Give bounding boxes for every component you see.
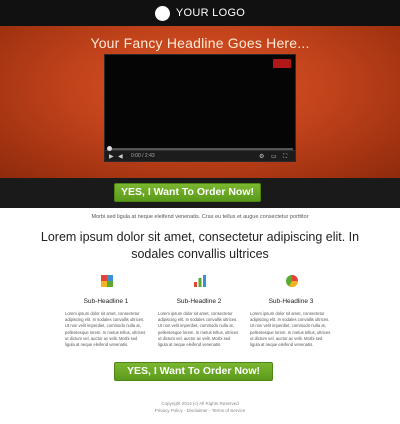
play-icon[interactable]: ▶ [109, 153, 114, 160]
video-progress-bar[interactable] [107, 146, 293, 151]
footer-copyright: Copyright 2014 (c) All Rights Reserved [161, 401, 239, 406]
feature-body: Lorem ipsum dolor sit amet, consectetur … [65, 311, 146, 348]
order-button-top[interactable]: YES, I Want To Order Now! [114, 183, 261, 202]
feature-body: Lorem ipsum dolor sit amet, consectetur … [158, 311, 239, 348]
progress-handle[interactable] [107, 146, 112, 151]
pie-chart-icon [286, 275, 298, 288]
video-controls: ▶ ◀ 0:00 / 2:43 ⚙ ▭ ⛶ [105, 146, 295, 161]
feature-title: Sub-Headline 2 [176, 298, 222, 305]
main-heading: Lorem ipsum dolor sit amet, consectetur … [40, 230, 360, 261]
feature-body: Lorem ipsum dolor sit amet, consectetur … [250, 311, 331, 348]
volume-icon[interactable]: ◀ [118, 153, 123, 160]
feature-title: Sub-Headline 1 [83, 298, 129, 305]
footer-links[interactable]: Privacy Policy - Disclaimer - Terms of S… [0, 408, 400, 413]
hero-section: Your Fancy Headline Goes Here... ▶ ◀ 0:0… [0, 26, 400, 178]
top-header: YOUR LOGO [0, 0, 400, 26]
feature-title: Sub-Headline 3 [268, 298, 314, 305]
hero-headline: Your Fancy Headline Goes Here... [90, 35, 310, 51]
video-player[interactable]: ▶ ◀ 0:00 / 2:43 ⚙ ▭ ⛶ [104, 54, 296, 162]
settings-icon[interactable]: ⚙ [259, 153, 264, 160]
order-button-bottom[interactable]: YES, I Want To Order Now! [114, 362, 273, 381]
bar-chart-icon [194, 275, 206, 287]
logo-circle-icon [154, 5, 170, 21]
fullscreen-icon[interactable]: ⛶ [283, 153, 287, 160]
captions-icon[interactable]: ▭ [271, 153, 277, 160]
blocks-icon [101, 275, 113, 287]
logo-text: YOUR LOGO [175, 7, 246, 19]
tagline: Morbi sed ligula at neque eleifend venen… [91, 214, 309, 220]
youtube-logo-icon [273, 59, 291, 68]
video-time: 0:00 / 2:43 [131, 153, 155, 159]
